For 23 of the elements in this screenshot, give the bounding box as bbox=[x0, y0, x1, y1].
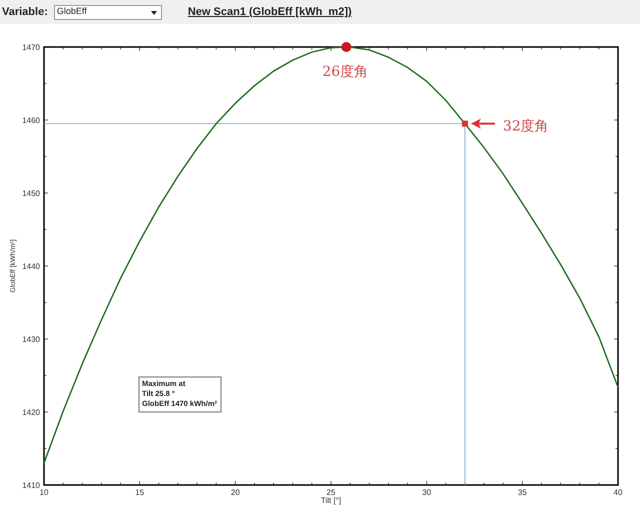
x-tick-label: 20 bbox=[230, 488, 240, 497]
x-tick-label: 25 bbox=[326, 488, 336, 497]
arrow-icon bbox=[470, 118, 495, 129]
annotation-label: 32度角 bbox=[502, 118, 549, 135]
x-axis-label: Tilt [°] bbox=[320, 496, 342, 505]
maximum-marker bbox=[341, 42, 352, 52]
point-marker bbox=[462, 120, 468, 127]
y-tick-label: 1410 bbox=[22, 481, 40, 490]
variable-select[interactable]: GlobEff bbox=[54, 4, 162, 20]
x-tick-label: 30 bbox=[422, 488, 432, 497]
x-tick-label: 40 bbox=[614, 488, 622, 497]
y-tick-label: 1430 bbox=[22, 335, 40, 344]
x-tick-label: 15 bbox=[135, 488, 144, 497]
x-tick-label: 10 bbox=[40, 488, 48, 497]
scan-title[interactable]: New Scan1 (GlobEff [kWh m2]) bbox=[188, 4, 352, 20]
y-tick-label: 1420 bbox=[22, 408, 40, 417]
annotation-label: 26度角 bbox=[322, 64, 368, 80]
x-tick-label: 35 bbox=[518, 488, 527, 497]
y-tick-label: 1450 bbox=[22, 189, 40, 198]
y-tick-label: 1440 bbox=[22, 262, 40, 271]
y-tick-label: 1470 bbox=[22, 43, 40, 52]
y-tick-label: 1460 bbox=[22, 116, 40, 125]
variable-label: Variable: bbox=[2, 4, 48, 20]
